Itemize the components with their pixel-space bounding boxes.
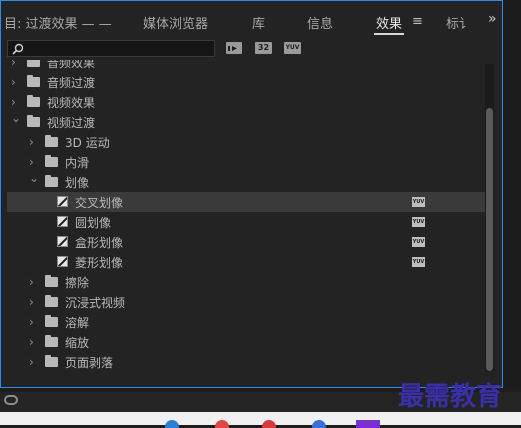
chevron-right-icon[interactable]: ›: [11, 75, 16, 89]
chevron-right-icon[interactable]: ›: [11, 95, 16, 109]
tree-folder-row[interactable]: › 音频过渡: [7, 72, 485, 92]
tree-item-label: 划像: [65, 176, 90, 190]
chevron-right-icon[interactable]: ›: [29, 135, 34, 149]
tree-folder-row[interactable]: › 擦除: [7, 272, 485, 292]
tree-folder-row[interactable]: › 音频效果: [7, 60, 485, 72]
effects-panel: 目: 过渡效果 — — 媒体浏览器 库 信息 效果 ≡ 标讠 » 32 YUV …: [0, 0, 503, 388]
tree-folder-row[interactable]: ⌄ 视频过渡: [7, 111, 485, 132]
scrollbar-thumb[interactable]: [486, 108, 493, 371]
active-tab-underline: [374, 33, 404, 35]
folder-icon: [45, 295, 58, 307]
tree-transition-row[interactable]: 盒形划像 YUV: [7, 232, 485, 252]
folder-icon: [45, 355, 58, 367]
tree-item-label: 视频过渡: [47, 116, 96, 130]
chevron-right-icon[interactable]: ›: [29, 155, 34, 169]
tab-media-browser[interactable]: 媒体浏览器: [143, 13, 208, 32]
tree-transition-row[interactable]: 菱形划像 YUV: [7, 252, 485, 272]
chevron-down-icon[interactable]: ⌄: [11, 111, 21, 125]
tree-item-label: 盒形划像: [75, 236, 124, 250]
tree-item-label: 视频效果: [47, 96, 96, 110]
transition-icon: [57, 196, 68, 207]
tree-folder-row[interactable]: › 3D 运动: [7, 132, 485, 152]
folder-icon: [45, 135, 58, 147]
tab-markers[interactable]: 标讠: [446, 13, 472, 32]
watermark-logo: 最需教育: [398, 382, 503, 412]
tab-transition-effects[interactable]: 目: 过渡效果 — —: [4, 13, 112, 32]
yuv-badge-icon: YUV: [412, 217, 425, 227]
folder-icon: [27, 95, 40, 107]
chevron-right-icon[interactable]: ›: [29, 295, 34, 309]
tree-folder-row[interactable]: › 沉浸式视频: [7, 292, 485, 312]
tree-folder-row[interactable]: › 内滑: [7, 152, 485, 172]
tree-item-label: 菱形划像: [75, 256, 124, 270]
transition-icon: [57, 216, 68, 227]
tab-libraries[interactable]: 库: [252, 13, 265, 32]
tree-item-label: 页面剥落: [65, 356, 114, 370]
taskbar-app-icon[interactable]: [215, 420, 229, 428]
panel-menu-icon[interactable]: ≡: [412, 14, 423, 29]
tree-item-label: 缩放: [65, 336, 90, 350]
folder-icon: [27, 75, 40, 87]
taskbar-app-icon-active[interactable]: [356, 420, 380, 428]
yuv-badge-icon: YUV: [412, 257, 425, 267]
tree-folder-row[interactable]: › 溶解: [7, 312, 485, 332]
tree-item-label: 溶解: [65, 316, 90, 330]
chevron-right-icon[interactable]: ›: [29, 315, 34, 329]
tree-item-label: 音频效果: [47, 60, 96, 70]
effects-toolbar: 32 YUV: [1, 38, 502, 60]
taskbar-app-icon[interactable]: [165, 420, 179, 428]
chevron-right-icon[interactable]: ›: [11, 60, 16, 69]
chevron-right-icon[interactable]: ›: [29, 355, 34, 369]
yuv-filter-button[interactable]: YUV: [284, 42, 301, 54]
tree-folder-row[interactable]: › 页面剥落: [7, 352, 485, 372]
tree-transition-row[interactable]: 交叉划像 YUV: [7, 192, 485, 212]
tree-item-label: 3D 运动: [65, 136, 110, 150]
tree-item-label: 沉浸式视频: [65, 296, 126, 310]
transition-icon: [57, 256, 68, 267]
tab-info[interactable]: 信息: [307, 13, 333, 32]
transition-icon: [57, 236, 68, 247]
chevron-right-icon[interactable]: ›: [29, 335, 34, 349]
tab-overflow-icon[interactable]: »: [488, 11, 497, 27]
tree-item-label: 交叉划像: [75, 196, 124, 210]
chevron-down-icon[interactable]: ⌄: [29, 171, 39, 185]
tree-folder-row[interactable]: ⌄ 划像: [7, 171, 485, 192]
taskbar-app-icon[interactable]: [262, 420, 276, 428]
tree-item-label: 音频过渡: [47, 76, 96, 90]
32bit-filter-button[interactable]: 32: [255, 42, 272, 54]
folder-icon: [45, 315, 58, 327]
folder-icon: [27, 60, 40, 67]
folder-icon: [45, 275, 58, 287]
vertical-scrollbar[interactable]: [485, 64, 494, 372]
creative-cloud-icon[interactable]: [4, 395, 18, 405]
search-icon: [12, 43, 24, 55]
accelerated-icon: [227, 44, 241, 53]
tab-effects[interactable]: 效果: [376, 13, 402, 32]
accelerated-effects-filter-button[interactable]: [226, 42, 242, 54]
tree-item-label: 擦除: [65, 276, 90, 290]
tree-item-label: 圆划像: [75, 216, 112, 230]
chevron-right-icon[interactable]: ›: [29, 275, 34, 289]
yuv-badge-icon: YUV: [412, 237, 425, 247]
yuv-badge-icon: YUV: [412, 197, 425, 207]
effects-tree: › 音频效果 › 音频过渡 › 视频效果 ⌄ 视频过渡 › 3D 运动 › 内滑 ⌄ 划像 交叉划像 YUV 圆…: [7, 60, 485, 372]
taskbar: [0, 412, 521, 428]
panel-tab-bar: 目: 过渡效果 — — 媒体浏览器 库 信息 效果 ≡ 标讠 »: [1, 1, 502, 38]
tree-transition-row[interactable]: 圆划像 YUV: [7, 212, 485, 232]
folder-icon: [45, 155, 58, 167]
tree-item-label: 内滑: [65, 156, 90, 170]
folder-icon: [27, 115, 40, 127]
folder-icon: [45, 335, 58, 347]
taskbar-app-icon[interactable]: [312, 420, 326, 428]
tree-folder-row[interactable]: › 视频效果: [7, 92, 485, 112]
tree-folder-row[interactable]: › 缩放: [7, 332, 485, 352]
search-input[interactable]: [7, 40, 215, 57]
panel-gutter: [503, 0, 521, 388]
folder-icon: [45, 175, 58, 187]
